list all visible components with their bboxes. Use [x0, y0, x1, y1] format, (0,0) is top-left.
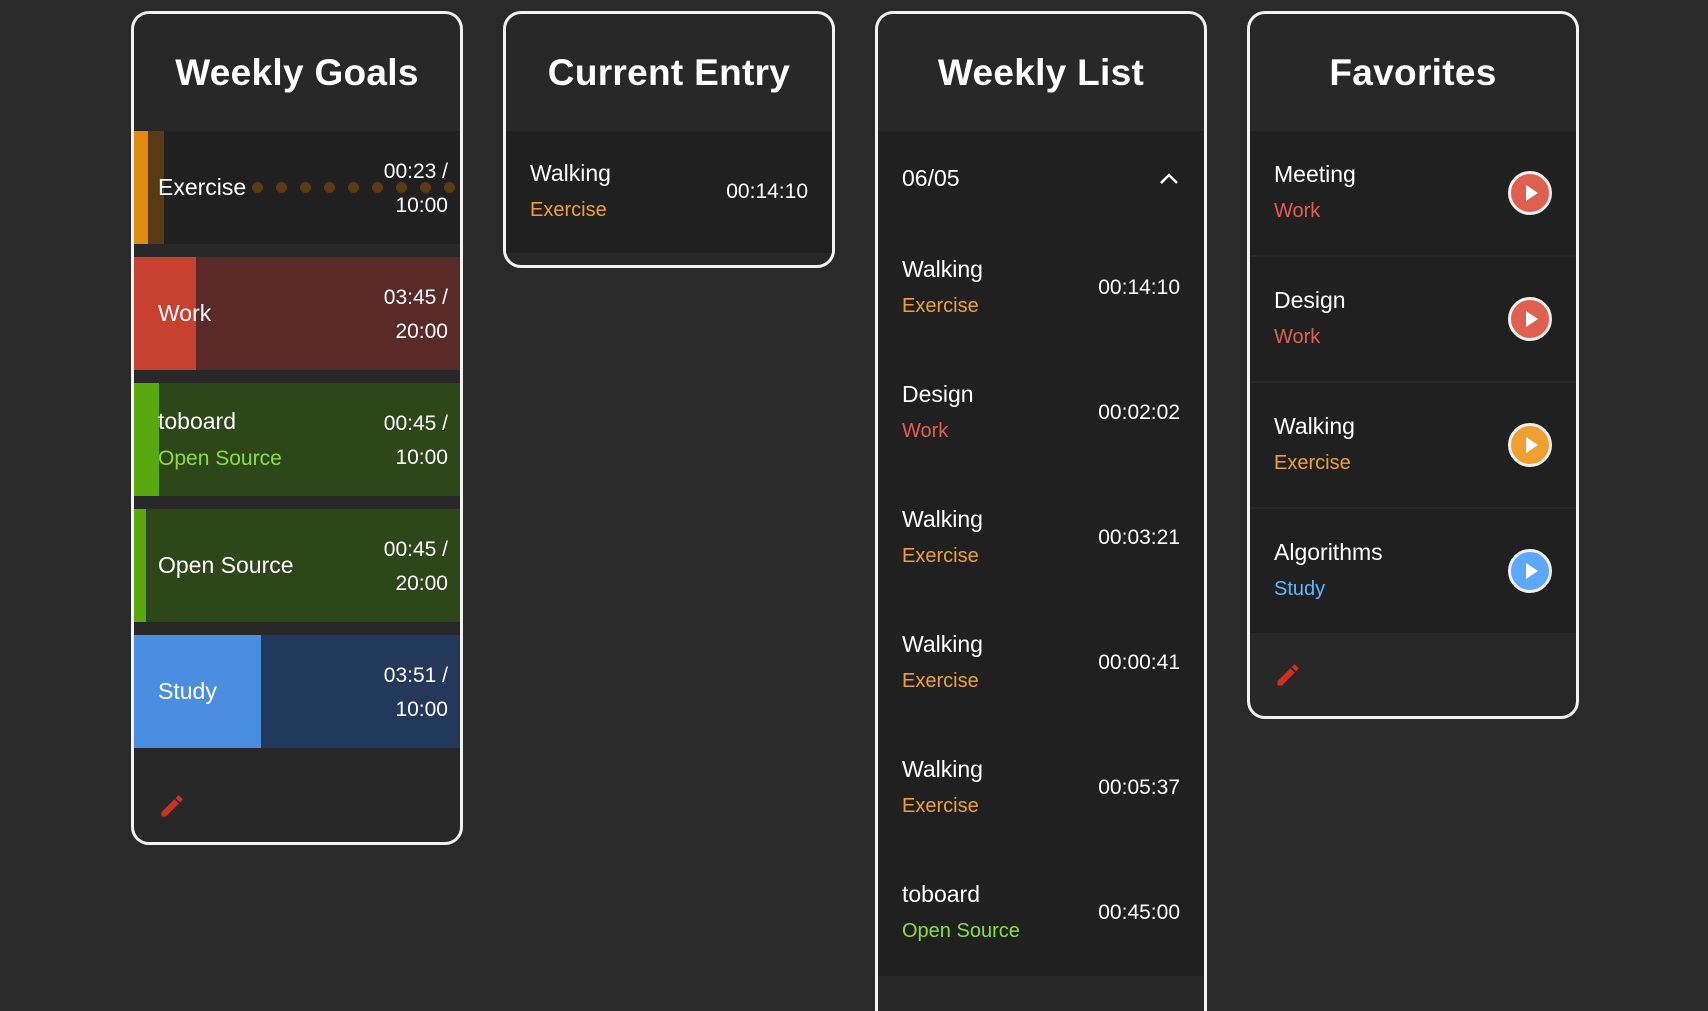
entry-task: Walking	[902, 506, 983, 532]
entry-duration: 00:03:21	[1098, 526, 1180, 549]
entry-category: Work	[902, 420, 949, 442]
weekly-goals-title: Weekly Goals	[175, 51, 419, 93]
weekly-list-title: Weekly List	[937, 51, 1145, 93]
entry-task: Walking	[902, 631, 983, 657]
favorite-category: Study	[1274, 577, 1326, 600]
favorites-title: Favorites	[1329, 51, 1497, 93]
goal-time: 00:23 / 10:00	[384, 155, 448, 223]
goal-time: 00:45 / 10:00	[384, 407, 448, 475]
goal-name: Exercise	[158, 174, 247, 200]
entry-category: Exercise	[902, 545, 979, 567]
weekly-goals-card: Weekly Goals Exercise 00:23 / 10:00 Work…	[131, 11, 463, 845]
goal-category: Open Source	[158, 446, 282, 470]
entry-duration: 00:05:37	[1098, 776, 1180, 799]
entry-category: Open Source	[902, 920, 1020, 942]
goal-target: 10:00	[395, 698, 448, 721]
entry-task: Walking	[902, 756, 983, 782]
goal-name: Open Source	[158, 552, 294, 578]
list-item[interactable]: Walking Exercise 00:03:21	[878, 476, 1204, 601]
goal-spent: 00:45 /	[383, 538, 448, 561]
favorites-card: Favorites Meeting Work Design Work Walki…	[1247, 11, 1579, 719]
goal-spent: 03:45 /	[383, 286, 448, 309]
entry-task: Walking	[530, 159, 611, 186]
list-item[interactable]: toboard Open Source 00:45:00	[878, 851, 1204, 976]
play-button[interactable]	[1508, 422, 1552, 467]
favorite-task: Algorithms	[1274, 538, 1383, 565]
goal-spent: 03:51 /	[383, 664, 448, 687]
goal-target: 10:00	[395, 194, 448, 217]
goal-row-open-source[interactable]: Open Source 00:45 / 20:00	[134, 509, 460, 622]
entry-task: toboard	[902, 881, 981, 907]
entry-duration: 00:14:10	[1098, 276, 1180, 299]
goal-row-study[interactable]: Study 03:51 / 10:00	[134, 635, 460, 748]
edit-favorites-button[interactable]	[1250, 635, 1576, 715]
date-label: 06/05	[902, 165, 960, 191]
current-entry-title: Current Entry	[547, 51, 791, 93]
goal-target: 20:00	[395, 572, 448, 595]
favorite-category: Work	[1274, 199, 1321, 222]
chevron-up-icon[interactable]	[1158, 172, 1180, 186]
list-item[interactable]: Design Work 00:02:02	[878, 351, 1204, 476]
goal-row-toboard[interactable]: toboard Open Source 00:45 / 10:00	[134, 383, 460, 496]
favorite-task: Design	[1274, 286, 1346, 313]
list-item[interactable]: Walking Exercise 00:14:10	[878, 226, 1204, 351]
current-entry-card: Current Entry Walking Exercise 00:14:10	[503, 11, 835, 268]
list-item[interactable]: Walking Exercise 00:00:41	[878, 601, 1204, 726]
goal-name: Study	[158, 678, 217, 704]
favorite-item[interactable]: Design Work	[1250, 257, 1576, 381]
play-icon	[1526, 436, 1538, 453]
weekly-list-card: Weekly List 06/05 Walking Exercise 00:14…	[875, 11, 1207, 1011]
pencil-icon	[1277, 664, 1299, 686]
favorite-task: Walking	[1274, 412, 1355, 439]
favorite-item[interactable]: Walking Exercise	[1250, 383, 1576, 507]
entry-category: Exercise	[902, 670, 979, 692]
play-icon	[1526, 184, 1538, 201]
goal-time: 03:51 / 10:00	[384, 659, 448, 727]
goal-name: Work	[158, 300, 212, 326]
entry-task: Walking	[902, 256, 983, 282]
entry-duration: 00:02:02	[1098, 401, 1180, 424]
goal-name: toboard	[158, 407, 237, 434]
current-entry-row[interactable]: Walking Exercise 00:14:10	[506, 131, 832, 253]
play-icon	[1526, 310, 1538, 327]
goal-target: 10:00	[395, 446, 448, 469]
goal-spent: 00:45 /	[383, 412, 448, 435]
entry-duration: 00:14:10	[726, 179, 808, 203]
goal-row-exercise[interactable]: Exercise 00:23 / 10:00	[134, 131, 460, 244]
goal-spent: 00:23 /	[383, 160, 448, 183]
play-button[interactable]	[1508, 548, 1552, 593]
goal-time: 03:45 / 20:00	[384, 281, 448, 349]
favorite-task: Meeting	[1274, 160, 1356, 187]
list-item[interactable]: Walking Exercise 00:05:37	[878, 726, 1204, 851]
entry-duration: 00:00:41	[1098, 651, 1180, 674]
goal-row-work[interactable]: Work 03:45 / 20:00	[134, 257, 460, 370]
pencil-icon	[161, 795, 183, 817]
favorite-item[interactable]: Algorithms Study	[1250, 509, 1576, 633]
play-icon	[1526, 562, 1538, 579]
entry-category: Exercise	[530, 198, 607, 221]
play-button[interactable]	[1508, 296, 1552, 341]
entry-category: Exercise	[902, 295, 979, 317]
date-header[interactable]: 06/05	[878, 131, 1204, 226]
entry-category: Exercise	[902, 795, 979, 817]
play-button[interactable]	[1508, 170, 1552, 215]
favorite-category: Work	[1274, 325, 1321, 348]
entry-duration: 00:45:00	[1098, 901, 1180, 924]
favorite-item[interactable]: Meeting Work	[1250, 131, 1576, 255]
goal-target: 20:00	[395, 320, 448, 343]
goal-time: 00:45 / 20:00	[384, 533, 448, 601]
favorite-category: Exercise	[1274, 451, 1351, 474]
edit-goals-button[interactable]	[134, 761, 460, 842]
entry-task: Design	[902, 381, 974, 407]
